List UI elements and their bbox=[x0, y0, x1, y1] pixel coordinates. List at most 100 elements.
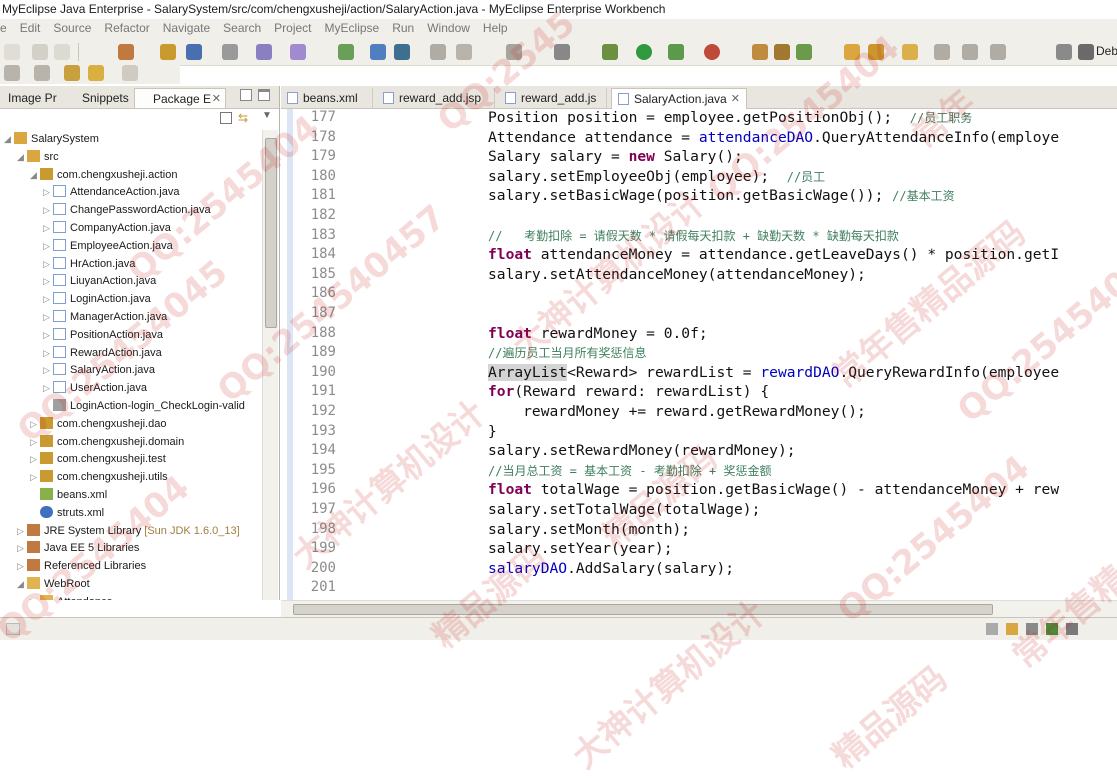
chevron-right-icon[interactable]: ▷ bbox=[30, 433, 40, 451]
code-line[interactable]: // 考勤扣除 = 请假天数 * 请假每天扣款 + 缺勤天数 * 缺勤每天扣款 bbox=[488, 226, 899, 246]
editor-tab-salaryaction-java[interactable]: SalaryAction.java ✕ bbox=[611, 88, 747, 109]
chevron-right-icon[interactable]: ▷ bbox=[30, 593, 40, 600]
chevron-right-icon[interactable]: ▷ bbox=[30, 450, 40, 468]
code-line[interactable]: salary.setBasicWage(position.getBasicWag… bbox=[488, 186, 955, 206]
menu-item-search[interactable]: Search bbox=[223, 19, 261, 38]
chevron-right-icon[interactable]: ▷ bbox=[43, 326, 53, 344]
tab-package-explorer[interactable]: Package E ✕ bbox=[134, 88, 226, 108]
chevron-down-icon[interactable]: ◢ bbox=[17, 148, 27, 166]
tab-snippets[interactable]: Snippets bbox=[64, 88, 132, 108]
code-line[interactable]: for(Reward reward: rewardList) { bbox=[488, 382, 769, 402]
tab-image-preview[interactable]: Image Pr bbox=[0, 88, 60, 108]
tree-item[interactable]: ▷ Attendance bbox=[30, 593, 113, 600]
menu-item-project[interactable]: Project bbox=[274, 19, 311, 38]
camera-icon[interactable] bbox=[554, 44, 570, 60]
tree-item[interactable]: beans.xml bbox=[30, 486, 107, 504]
tree-item[interactable]: struts.xml bbox=[30, 504, 104, 522]
menu-item-source[interactable]: Source bbox=[53, 19, 91, 38]
code-editor[interactable]: 177 178 179 180 181 182 183 184 185 186 187 188 189 1… bbox=[281, 109, 1117, 600]
close-icon[interactable]: ✕ bbox=[212, 89, 221, 109]
new-icon[interactable] bbox=[4, 44, 20, 60]
forward-nav-icon[interactable] bbox=[990, 44, 1006, 60]
run-icon[interactable] bbox=[636, 44, 652, 60]
code-line[interactable]: //遍历员工当月所有奖惩信息 bbox=[488, 343, 646, 363]
tree-item[interactable]: ▷ JRE System Library [Sun JDK 1.6.0_13] bbox=[17, 522, 240, 540]
tree-item[interactable]: ▷ EmployeeAction.java bbox=[43, 237, 173, 255]
code-line[interactable]: salary.setYear(year); bbox=[488, 539, 673, 559]
code-line[interactable]: Salary salary = new Salary(); bbox=[488, 147, 743, 167]
code-line[interactable]: float totalWage = position.getBasicWage(… bbox=[488, 480, 1059, 500]
debug-perspective-label[interactable]: Debi bbox=[1096, 44, 1117, 58]
chevron-right-icon[interactable]: ▷ bbox=[43, 255, 53, 273]
tree-item[interactable]: ▷ UserAction.java bbox=[43, 379, 147, 397]
debug-perspective-icon[interactable] bbox=[1078, 44, 1094, 60]
tree-item[interactable]: ◢ SalarySystem bbox=[4, 130, 99, 148]
refresh-icon[interactable] bbox=[456, 44, 472, 60]
open-perspective-icon[interactable] bbox=[290, 44, 306, 60]
code-line[interactable]: //当月总工资 = 基本工资 - 考勤扣除 + 奖惩金额 bbox=[488, 461, 771, 481]
left-scrollbar[interactable] bbox=[262, 130, 278, 600]
tree-item[interactable]: ▷ SalaryAction.java bbox=[43, 361, 155, 379]
browser-icon[interactable] bbox=[222, 44, 238, 60]
tree-item[interactable]: ◢ WebRoot bbox=[17, 575, 90, 593]
prev-annotation-icon[interactable] bbox=[34, 65, 50, 81]
menu-item-refactor[interactable]: Refactor bbox=[104, 19, 149, 38]
chevron-right-icon[interactable]: ▷ bbox=[43, 379, 53, 397]
chevron-right-icon[interactable]: ▷ bbox=[43, 308, 53, 326]
console-icon[interactable] bbox=[986, 623, 998, 635]
close-icon[interactable]: ✕ bbox=[731, 89, 740, 109]
tree-item[interactable]: ▷ LoginAction.java bbox=[43, 290, 151, 308]
chevron-right-icon[interactable]: ▷ bbox=[30, 468, 40, 486]
tree-item[interactable]: ▷ AttendanceAction.java bbox=[43, 183, 179, 201]
tree-item[interactable]: ◢ com.chengxusheji.action bbox=[30, 166, 177, 184]
chevron-right-icon[interactable]: ▷ bbox=[43, 290, 53, 308]
editor-horizontal-scrollbar[interactable] bbox=[281, 600, 1117, 617]
link-with-editor-icon[interactable]: ⇆ bbox=[238, 112, 252, 124]
chevron-down-icon[interactable]: ◢ bbox=[17, 575, 27, 593]
code-line[interactable]: } bbox=[488, 422, 497, 442]
debug-icon[interactable] bbox=[602, 44, 618, 60]
tree-item[interactable]: ▷ HrAction.java bbox=[43, 255, 135, 273]
chevron-right-icon[interactable]: ▷ bbox=[17, 522, 27, 540]
code-line[interactable]: salary.setTotalWage(totalWage); bbox=[488, 500, 760, 520]
maximize-icon[interactable] bbox=[258, 89, 270, 101]
code-line[interactable]: salary.setMonth(month); bbox=[488, 520, 690, 540]
tree-item[interactable]: LoginAction-login_CheckLogin-valid bbox=[43, 397, 245, 415]
menu-item-help[interactable]: Help bbox=[483, 19, 508, 38]
back-nav-icon[interactable] bbox=[962, 44, 978, 60]
chevron-right-icon[interactable]: ▷ bbox=[43, 183, 53, 201]
editor-tab-reward-add-js[interactable]: reward_add.js bbox=[499, 88, 607, 109]
tree-item[interactable]: ▷ ChangePasswordAction.java bbox=[43, 201, 211, 219]
tree-item[interactable]: ▷ CompanyAction.java bbox=[43, 219, 171, 237]
wizard-icon[interactable] bbox=[256, 44, 272, 60]
tree-item[interactable]: ◢ src bbox=[17, 148, 59, 166]
menu-item-navigate[interactable]: Navigate bbox=[163, 19, 210, 38]
code-line[interactable]: salaryDAO.AddSalary(salary); bbox=[488, 559, 734, 579]
print-icon[interactable] bbox=[54, 44, 70, 60]
chevron-right-icon[interactable]: ▷ bbox=[43, 219, 53, 237]
tree-item[interactable]: ▷ PositionAction.java bbox=[43, 326, 163, 344]
folder-icon[interactable] bbox=[844, 44, 860, 60]
chevron-right-icon[interactable]: ▷ bbox=[43, 361, 53, 379]
hierarchy-icon[interactable] bbox=[370, 44, 386, 60]
collapse-all-icon[interactable] bbox=[220, 112, 232, 124]
task-icon[interactable] bbox=[796, 44, 812, 60]
tree-item[interactable]: ▷ ManagerAction.java bbox=[43, 308, 167, 326]
menu-item-e[interactable]: e bbox=[0, 19, 7, 38]
save-icon[interactable] bbox=[32, 44, 48, 60]
back-icon[interactable] bbox=[88, 65, 104, 81]
chevron-right-icon[interactable]: ▷ bbox=[43, 344, 53, 362]
problems-icon[interactable] bbox=[1006, 623, 1018, 635]
outline-icon[interactable] bbox=[1066, 623, 1078, 635]
pen-icon[interactable] bbox=[868, 44, 884, 60]
code-line[interactable]: ArrayList<Reward> rewardList = rewardDAO… bbox=[488, 363, 1059, 383]
open-type-icon[interactable] bbox=[752, 44, 768, 60]
minimize-icon[interactable] bbox=[240, 89, 252, 101]
search-icon[interactable] bbox=[774, 44, 790, 60]
view-menu-icon[interactable]: ▼ bbox=[262, 110, 272, 121]
marker-icon[interactable] bbox=[902, 44, 918, 60]
code-line[interactable]: salary.setAttendanceMoney(attendanceMone… bbox=[488, 265, 866, 285]
tree-item[interactable]: ▷ com.chengxusheji.domain bbox=[30, 433, 184, 451]
tree-item[interactable]: ▷ com.chengxusheji.dao bbox=[30, 415, 166, 433]
sync-icon[interactable] bbox=[430, 44, 446, 60]
